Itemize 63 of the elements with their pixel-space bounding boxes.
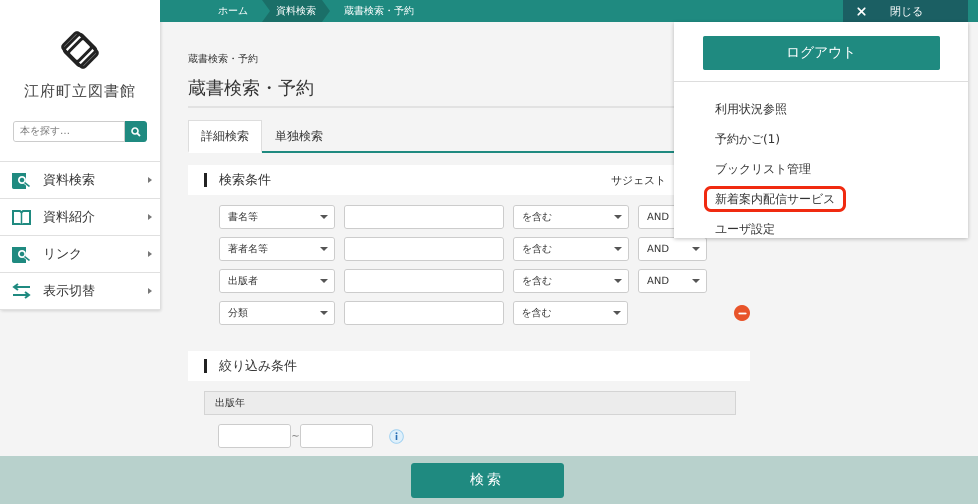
filter-label: 出版年: [204, 391, 736, 415]
field-select[interactable]: 著者名等: [219, 237, 335, 261]
operator-select[interactable]: を含む: [513, 269, 629, 293]
search-icon: [131, 126, 141, 136]
caret-icon: [320, 247, 328, 251]
logout-button[interactable]: ログアウト: [702, 36, 940, 70]
menu-item[interactable]: ユーザ設定: [704, 216, 786, 242]
operator-select[interactable]: を含む: [513, 205, 629, 229]
caret-icon: [148, 251, 152, 257]
range-separator: ~: [291, 430, 300, 442]
caret-icon: [148, 177, 152, 183]
book-icon: [12, 209, 31, 225]
remove-button[interactable]: [734, 305, 750, 321]
breadcrumb-link[interactable]: ホーム: [210, 0, 262, 22]
keyword-field[interactable]: [344, 205, 504, 229]
connector-select[interactable]: AND: [638, 237, 707, 261]
breadcrumb-link[interactable]: 蔵書検索・予約: [330, 0, 428, 22]
book-search-field[interactable]: 本を探す…: [13, 121, 125, 142]
close-button[interactable]: 閉じる: [843, 0, 968, 22]
menu-item[interactable]: ブックリスト管理: [704, 156, 822, 182]
page-breadcrumb: 蔵書検索・予約: [188, 52, 259, 66]
operator-select[interactable]: を含む: [513, 237, 629, 261]
close-icon: [855, 4, 868, 18]
search-button[interactable]: [125, 121, 147, 142]
caret-icon: [614, 279, 622, 283]
menu-item[interactable]: 予約かご(1): [704, 126, 791, 152]
library-name: 江府町立図書館: [24, 82, 136, 101]
year-from-field[interactable]: [218, 424, 291, 448]
field-select[interactable]: 分類: [219, 301, 335, 325]
caret-icon: [614, 247, 622, 251]
tab[interactable]: 単独検索: [262, 120, 336, 153]
keyword-field[interactable]: [344, 301, 504, 325]
info-icon[interactable]: [389, 428, 404, 444]
caret-icon: [614, 215, 622, 219]
swap-icon: [12, 283, 31, 299]
field-select[interactable]: 出版者: [219, 269, 335, 293]
operator-select[interactable]: を含む: [512, 301, 628, 325]
section-title: 検索条件: [219, 172, 272, 189]
sidebar-item[interactable]: リンク: [0, 236, 160, 273]
field-select[interactable]: 書名等: [219, 205, 335, 229]
sidebar-item[interactable]: 資料紹介: [0, 199, 160, 236]
suggest-label: サジェスト: [611, 172, 666, 188]
caret-icon: [320, 311, 328, 315]
keyword-field[interactable]: [344, 237, 504, 261]
year-to-field[interactable]: [300, 424, 373, 448]
search-button[interactable]: 検索: [410, 462, 564, 498]
breadcrumb-link[interactable]: 資料検索: [262, 0, 330, 22]
connector-select[interactable]: AND: [638, 269, 707, 293]
search-icon: [12, 246, 31, 262]
tab[interactable]: 詳細検索: [188, 120, 262, 153]
search-icon: [12, 172, 31, 188]
sidebar-item[interactable]: 資料検索: [0, 162, 160, 199]
caret-icon: [692, 247, 700, 251]
caret-icon: [148, 288, 152, 294]
keyword-field[interactable]: [344, 269, 504, 293]
section-title: 絞り込み条件: [219, 358, 298, 375]
sidebar-item[interactable]: 表示切替: [0, 273, 160, 310]
caret-icon: [320, 279, 328, 283]
caret-icon: [692, 279, 700, 283]
caret-icon: [613, 311, 622, 315]
caret-icon: [148, 214, 152, 220]
caret-icon: [320, 215, 328, 219]
menu-item[interactable]: 新着案内配信サービス: [704, 186, 846, 212]
